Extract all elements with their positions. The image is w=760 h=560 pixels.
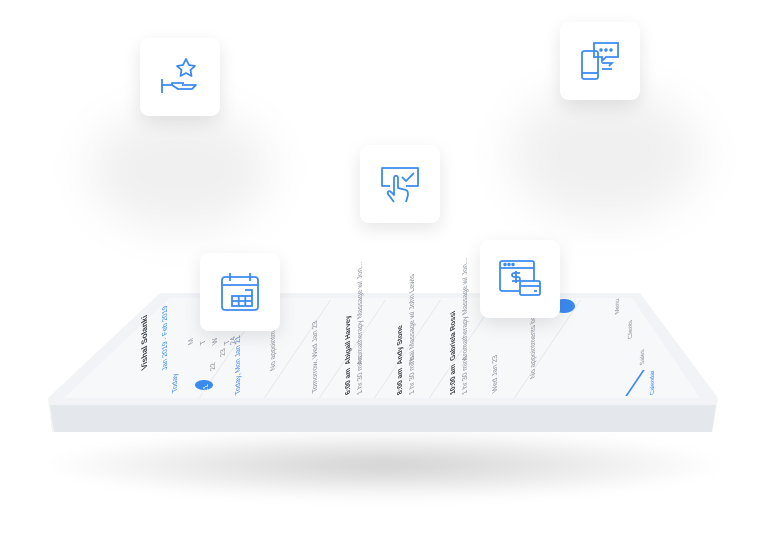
profile-name[interactable]: Vishal Solanki <box>140 313 149 372</box>
phone-chat-card <box>560 22 640 100</box>
touch-check-card <box>360 145 440 223</box>
appointment-time[interactable]: 6:00 am <box>345 366 352 396</box>
phone-chat-icon <box>581 42 619 80</box>
appointment-client[interactable]: Abigail Harvey <box>345 314 352 366</box>
day-header: Wed Jan 23 <box>492 353 499 394</box>
browser-payment-icon <box>499 260 541 296</box>
day-header: Today, Mon Jan 21 <box>235 333 242 396</box>
calendar-grid-icon <box>221 273 259 311</box>
appointment-time[interactable]: 8:00 am <box>397 366 404 396</box>
appointment-time[interactable]: 10:00 am <box>450 362 457 396</box>
phone-shadow <box>40 430 730 500</box>
nav-calendar[interactable]: Calendar <box>650 368 656 396</box>
today-link[interactable]: Today <box>172 372 179 394</box>
hand-star-icon <box>161 58 197 93</box>
touch-check-icon <box>381 167 419 203</box>
calendar-card <box>200 253 280 331</box>
hand-star-card <box>140 38 220 116</box>
appointment-service: Thai Massage w/ John Lewis <box>409 272 416 366</box>
payment-card <box>480 240 560 318</box>
appointment-client[interactable]: Andy Stone <box>397 323 404 366</box>
shadow-blob <box>510 90 700 220</box>
nav-sales[interactable]: Sales <box>640 348 646 366</box>
date-range[interactable]: Jan 2019 - Feb 2019 <box>162 304 169 372</box>
day-header: Tomorrow, Wed Jan 23 <box>312 318 319 394</box>
appointment-service: Aromatherapy Massage w/ Jon... <box>357 259 364 366</box>
appointment-client[interactable]: Gabriela Rossi <box>450 309 457 362</box>
shadow-blob <box>90 110 270 230</box>
nav-clients[interactable]: Clients <box>628 318 634 340</box>
appointment-service: Aromatherapy Massage w/ Jon... <box>462 255 469 362</box>
nav-menu[interactable]: Menu <box>615 297 621 315</box>
